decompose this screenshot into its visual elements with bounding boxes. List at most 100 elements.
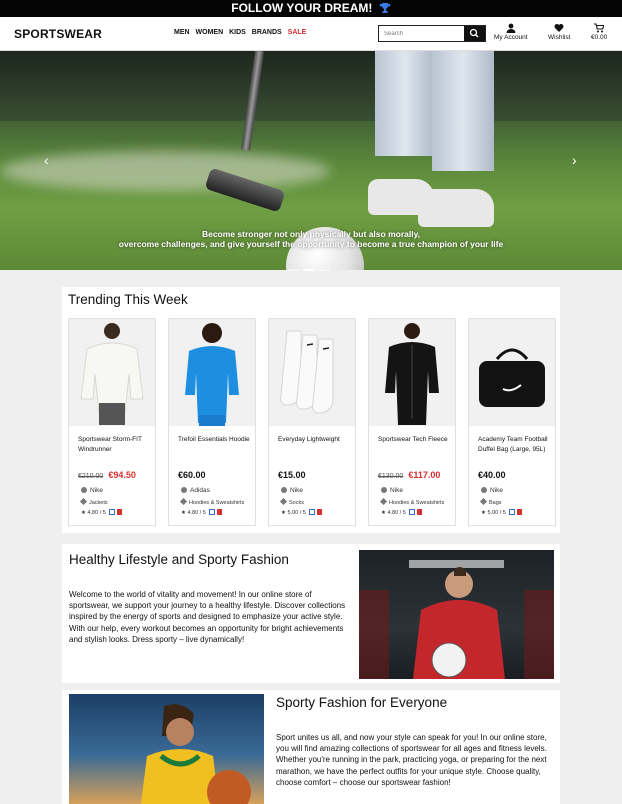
product-card[interactable]: Everyday Lightweight €15.00 Nike Socks ★… [268,318,356,526]
edit-icon[interactable] [308,509,315,515]
product-name[interactable]: Trefoil Essentials Hoodie [178,435,250,445]
product-card[interactable]: Academy Team Football Duffel Bag (Large,… [468,318,556,526]
search-form [378,25,486,42]
product-brand: Nike [481,487,503,494]
slider-dots [288,258,333,276]
socks-image [280,330,334,414]
site-header: SPORTSWEAR MEN WOMEN KIDS BRANDS SALE My… [0,17,622,51]
trophy-icon [379,3,390,13]
main-nav: MEN WOMEN KIDS BRANDS SALE [174,29,310,36]
product-sale-price: €94.50 [108,470,136,480]
site-logo[interactable]: SPORTSWEAR [14,27,102,41]
duffel-bag-image [479,348,545,407]
delete-icon[interactable] [416,509,422,515]
hero-caption-line-2: overcome challenges, and give yourself t… [118,239,504,249]
product-brand: Nike [281,487,303,494]
product-category: Jackets [79,497,108,506]
basketball-player-image [141,704,251,804]
hero-image-shoe [418,189,494,227]
nav-sale[interactable]: SALE [288,29,307,36]
section-text: Sport unites us all, and now your style … [276,733,547,787]
product-rating: ★ 5.00 / 5 [481,509,522,516]
product-sale-price: €117.00 [408,470,441,480]
nav-brands[interactable]: BRANDS [252,29,282,36]
wishlist-link[interactable]: Wishlist [548,23,570,41]
edit-icon[interactable] [108,509,115,515]
heart-icon [554,24,564,32]
blue-hoodie-image [185,323,239,426]
athlete-photo [69,694,264,804]
section-title: Healthy Lifestyle and Sporty Fashion [69,552,289,567]
product-rating: ★ 5.00 / 5 [281,509,322,516]
product-image[interactable] [369,319,455,426]
hero-image-leg [375,51,435,156]
account-link[interactable]: My Account [494,23,528,41]
product-regular-price: €40.00 [478,470,506,480]
fashion-section: Sporty Fashion for Everyone Sport unites… [62,690,560,804]
product-card[interactable]: Sportswear Storm-FIT Windrunner €210.00 €… [68,318,156,526]
lifestyle-section: Healthy Lifestyle and Sporty Fashion Wel… [62,544,560,683]
nav-women[interactable]: WOMEN [196,29,224,36]
delete-icon[interactable] [516,509,522,515]
product-image[interactable] [169,319,255,426]
promo-text: FOLLOW YOUR DREAM! [231,1,373,15]
product-image[interactable] [69,319,155,426]
nav-kids[interactable]: KIDS [229,29,246,36]
product-old-price: €130.00 [378,473,404,480]
product-regular-price: €15.00 [278,470,306,480]
product-old-price: €210.00 [78,473,104,480]
product-name[interactable]: Sportswear Storm-FIT Windrunner [78,435,150,455]
wishlist-label: Wishlist [548,34,571,41]
slider-prev-button[interactable]: ‹ [44,153,49,167]
hero-image-background [0,51,622,121]
product-rating: ★ 4.80 / 5 [381,509,422,516]
product-price: €60.00 [178,470,206,480]
hero-slider: ‹ › Become stronger not only physically … [0,51,622,270]
product-rating: ★ 4.80 / 5 [81,509,122,516]
slider-dot[interactable] [303,269,315,271]
product-category: Bags [479,497,502,506]
product-brand: Adidas [181,487,210,494]
product-name[interactable]: Academy Team Football Duffel Bag (Large,… [478,435,550,455]
hero-image-leg [432,51,494,171]
edit-icon[interactable] [508,509,515,515]
promo-bar: FOLLOW YOUR DREAM! [0,0,622,17]
search-button[interactable] [464,26,485,41]
product-category: Hoodies & Sweatshirts [179,497,244,506]
product-card[interactable]: Trefoil Essentials Hoodie €60.00 Adidas … [168,318,256,526]
product-rating: ★ 4.80 / 5 [181,509,222,516]
product-card[interactable]: Sportswear Tech Fleece €130.00 €117.00 Ni… [368,318,456,526]
product-image[interactable] [469,319,555,426]
edit-icon[interactable] [408,509,415,515]
tech-fleece-image [385,323,439,425]
delete-icon[interactable] [216,509,222,515]
trending-title: Trending This Week [68,292,188,307]
delete-icon[interactable] [316,509,322,515]
athlete-photo [359,550,554,679]
slider-dot[interactable] [318,269,330,271]
trending-section: Trending This Week Sportswear Storm-FIT … [62,287,560,533]
slider-next-button[interactable]: › [572,153,577,167]
puffer-jacket-image [80,323,144,425]
product-price: €15.00 [278,470,306,480]
product-price: €130.00 €117.00 [378,470,440,480]
product-brand: Nike [381,487,403,494]
search-input[interactable] [379,26,465,41]
search-icon [469,28,479,38]
football-player-image [359,560,554,679]
product-price: €210.00 €94.50 [78,470,136,480]
section-title: Sporty Fashion for Everyone [276,695,448,710]
delete-icon[interactable] [116,509,122,515]
product-regular-price: €60.00 [178,470,206,480]
section-text: Welcome to the world of vitality and mov… [69,590,346,644]
product-name[interactable]: Everyday Lightweight [278,435,350,445]
slider-dot[interactable] [288,269,300,271]
cart-link[interactable]: €0.00 [591,23,607,41]
nav-men[interactable]: MEN [174,29,190,36]
product-name[interactable]: Sportswear Tech Fleece [378,435,450,445]
product-image[interactable] [269,319,355,426]
account-label: My Account [494,34,528,41]
edit-icon[interactable] [208,509,215,515]
product-category: Socks [279,497,304,506]
cart-total: €0.00 [591,34,608,41]
